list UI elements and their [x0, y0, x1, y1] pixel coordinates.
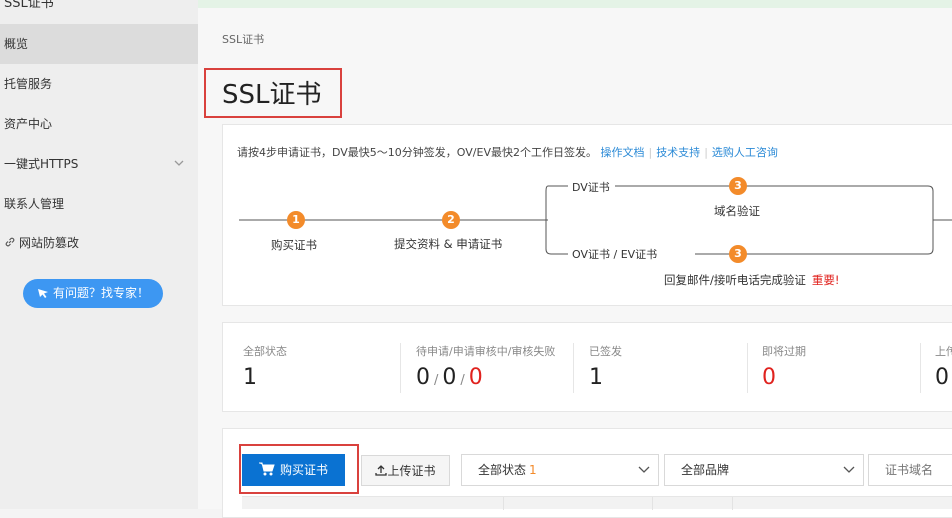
- stat-reviewing-value[interactable]: 0: [442, 365, 456, 390]
- notice-banner: [198, 0, 952, 8]
- stat-pending-value[interactable]: 0: [416, 365, 430, 390]
- important-note: 重要!: [811, 273, 840, 287]
- steps-flow-lines: [239, 185, 952, 255]
- ask-expert-label: 有问题？找专家！: [52, 286, 149, 300]
- status-filter-value: 全部状态: [478, 463, 527, 477]
- sidebar-item-label: 一键式HTTPS: [4, 157, 79, 171]
- step-1-label: 购买证书: [271, 238, 317, 252]
- stats-card: 全部状态 1 待申请/申请审核中/审核失败 0/0/0 已签发 1 即将过期 0…: [222, 322, 952, 412]
- step-3-dv-badge: 3: [729, 177, 747, 195]
- stat-slash: /: [434, 373, 439, 388]
- sidebar-item-overview[interactable]: 概览: [0, 24, 198, 64]
- stat-uploaded-value[interactable]: 0: [935, 365, 949, 390]
- stat-divider: [920, 343, 921, 393]
- certificate-table-header: [242, 496, 952, 510]
- brand-filter-value: 全部品牌: [681, 463, 730, 477]
- breadcrumb[interactable]: SSL证书: [222, 31, 264, 47]
- ov-step-text: 回复邮件/接听电话完成验证: [664, 273, 806, 287]
- table-column-divider: [732, 497, 733, 510]
- stat-pending-values: 0/0/0: [416, 365, 483, 390]
- sidebar-item-label: 网站防篡改: [19, 236, 80, 250]
- sidebar-item-anti-tamper[interactable]: 网站防篡改: [0, 223, 198, 263]
- domain-search-input[interactable]: [868, 454, 952, 486]
- page-title: SSL证书: [222, 80, 322, 110]
- link-icon: [5, 237, 15, 247]
- steps-card: 请按4步申请证书，DV最快5～10分钟签发，OV/EV最快2个工作日签发。 操作…: [222, 124, 952, 306]
- stat-issued-label: 已签发: [589, 345, 622, 358]
- buy-certificate-button[interactable]: 购买证书: [242, 454, 345, 486]
- main-content: SSL证书 SSL证书 请按4步申请证书，DV最快5～10分钟签发，OV/EV最…: [198, 0, 952, 518]
- stat-divider: [573, 343, 574, 393]
- step-2-label: 提交资料 & 申请证书: [394, 237, 503, 251]
- stat-expiring-label: 即将过期: [762, 345, 806, 358]
- ask-expert-button[interactable]: 有问题？找专家！: [23, 279, 163, 308]
- sidebar: SSL证书 概览 托管服务 资产中心 一键式HTTPS 联系人管理 网站防篡改 …: [0, 0, 198, 509]
- upload-certificate-button[interactable]: 上传证书: [361, 455, 450, 486]
- chevron-down-icon: [638, 466, 650, 473]
- upload-certificate-label: 上传证书: [387, 464, 436, 478]
- table-column-divider: [503, 497, 504, 510]
- step-3-ov-badge: 3: [729, 245, 747, 263]
- ov-ev-branch-label: OV证书 / EV证书: [570, 246, 660, 262]
- dv-branch-label: DV证书: [570, 179, 612, 195]
- dv-step-label: 域名验证: [714, 204, 760, 218]
- buy-certificate-label: 购买证书: [279, 463, 328, 477]
- sidebar-product-title: SSL证书: [4, 0, 54, 11]
- sidebar-item-asset-center[interactable]: 资产中心: [0, 104, 198, 144]
- stat-expiring-value-wrap: 0: [762, 365, 776, 390]
- sidebar-item-label: 资产中心: [4, 117, 53, 131]
- sidebar-item-managed-service[interactable]: 托管服务: [0, 64, 198, 104]
- status-filter-select[interactable]: 全部状态 1: [461, 454, 659, 486]
- stat-all-value[interactable]: 1: [243, 365, 257, 390]
- chevron-down-icon: [843, 466, 855, 473]
- brand-filter-select[interactable]: 全部品牌: [664, 454, 864, 486]
- stat-failed-value[interactable]: 0: [469, 365, 483, 390]
- stat-pending-label: 待申请/申请审核中/审核失败: [416, 345, 556, 358]
- chevron-down-icon: [174, 160, 184, 166]
- status-filter-count: 1: [529, 463, 537, 477]
- upload-icon: [375, 465, 388, 476]
- cart-icon: [258, 462, 275, 476]
- sidebar-item-one-click-https[interactable]: 一键式HTTPS: [0, 144, 198, 184]
- sidebar-item-label: 托管服务: [4, 77, 53, 91]
- step-2-badge: 2: [442, 211, 460, 229]
- sidebar-item-label: 概览: [4, 37, 29, 51]
- stat-uploaded-label: 上传: [935, 345, 952, 358]
- table-column-divider: [652, 497, 653, 510]
- sidebar-item-label: 联系人管理: [4, 197, 65, 211]
- step-1-badge: 1: [287, 211, 305, 229]
- stat-all-label: 全部状态: [243, 345, 287, 358]
- ov-step-label: 回复邮件/接听电话完成验证 重要!: [664, 272, 840, 288]
- stat-expiring-value[interactable]: 0: [762, 365, 776, 390]
- sidebar-item-contacts[interactable]: 联系人管理: [0, 184, 198, 224]
- hand-cursor-icon: [37, 289, 48, 298]
- stat-slash: /: [460, 373, 465, 388]
- stat-issued-value[interactable]: 1: [589, 365, 603, 390]
- stat-divider: [400, 343, 401, 393]
- stat-divider: [747, 343, 748, 393]
